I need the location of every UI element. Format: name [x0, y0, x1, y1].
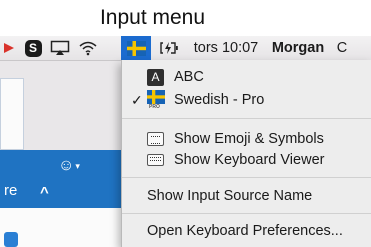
menu-separator: [122, 118, 371, 119]
input-menu-dropdown: A ABC ✓ PRO Swedish - Pro Show Emoji & S…: [121, 60, 371, 247]
menu-item-swedish-pro[interactable]: ✓ PRO Swedish - Pro: [122, 89, 371, 111]
input-source-menu-button[interactable]: [121, 36, 151, 60]
dropdown-arrow-icon: ▾: [75, 160, 80, 171]
keyboard-icon: [147, 154, 164, 166]
menu-item-show-emoji[interactable]: Show Emoji & Symbols: [122, 128, 371, 150]
menu-item-label: Show Keyboard Viewer: [174, 152, 325, 168]
swedish-pro-flag-icon: PRO: [147, 90, 165, 110]
menu-item-label: Swedish - Pro: [174, 92, 265, 108]
menu-item-label: ABC: [174, 69, 204, 85]
checkmark-icon: ✓: [131, 91, 143, 108]
menu-bar: S tors 10:07 Morgan C: [0, 36, 371, 61]
skype-icon[interactable]: S: [22, 36, 44, 60]
menu-separator: [122, 213, 371, 214]
menu-separator: [122, 177, 371, 178]
menu-item-label: Show Input Source Name: [147, 188, 313, 204]
chevron-up-icon: ^: [40, 184, 49, 201]
menu-item-abc[interactable]: A ABC: [122, 66, 371, 88]
caption-title: Input menu: [99, 6, 206, 29]
document-area: [0, 208, 126, 247]
background-panel: [0, 78, 24, 150]
pro-badge: PRO: [149, 104, 160, 110]
wifi-icon[interactable]: [77, 36, 99, 60]
airplay-icon[interactable]: [49, 36, 71, 60]
menu-item-show-input-source-name[interactable]: Show Input Source Name: [122, 185, 371, 207]
abc-badge-icon: A: [147, 68, 164, 86]
menu-item-label: Open Keyboard Preferences...: [147, 223, 343, 239]
user-menu[interactable]: Morgan: [268, 36, 328, 60]
menu-item-keyboard-preferences[interactable]: Open Keyboard Preferences...: [122, 220, 371, 242]
background-blue-panel: ☺ ▾ re ^: [0, 150, 126, 247]
spotlight-icon[interactable]: C: [334, 36, 350, 60]
battery-charging-icon[interactable]: [158, 36, 180, 60]
app-icon[interactable]: [2, 36, 16, 60]
panel-header[interactable]: re ^: [0, 180, 126, 202]
menu-item-keyboard-viewer[interactable]: Show Keyboard Viewer: [122, 149, 371, 171]
skype-glyph: S: [28, 41, 37, 55]
emoji-symbols-icon: [147, 132, 164, 146]
emoji-button[interactable]: ☺ ▾: [58, 156, 82, 176]
panel-header-label: re: [4, 182, 18, 199]
app-badge-icon: [4, 232, 18, 247]
menu-item-label: Show Emoji & Symbols: [174, 131, 324, 147]
swedish-flag-icon: [126, 40, 146, 56]
smiley-icon: ☺: [58, 157, 75, 174]
clock[interactable]: tors 10:07: [190, 36, 262, 60]
